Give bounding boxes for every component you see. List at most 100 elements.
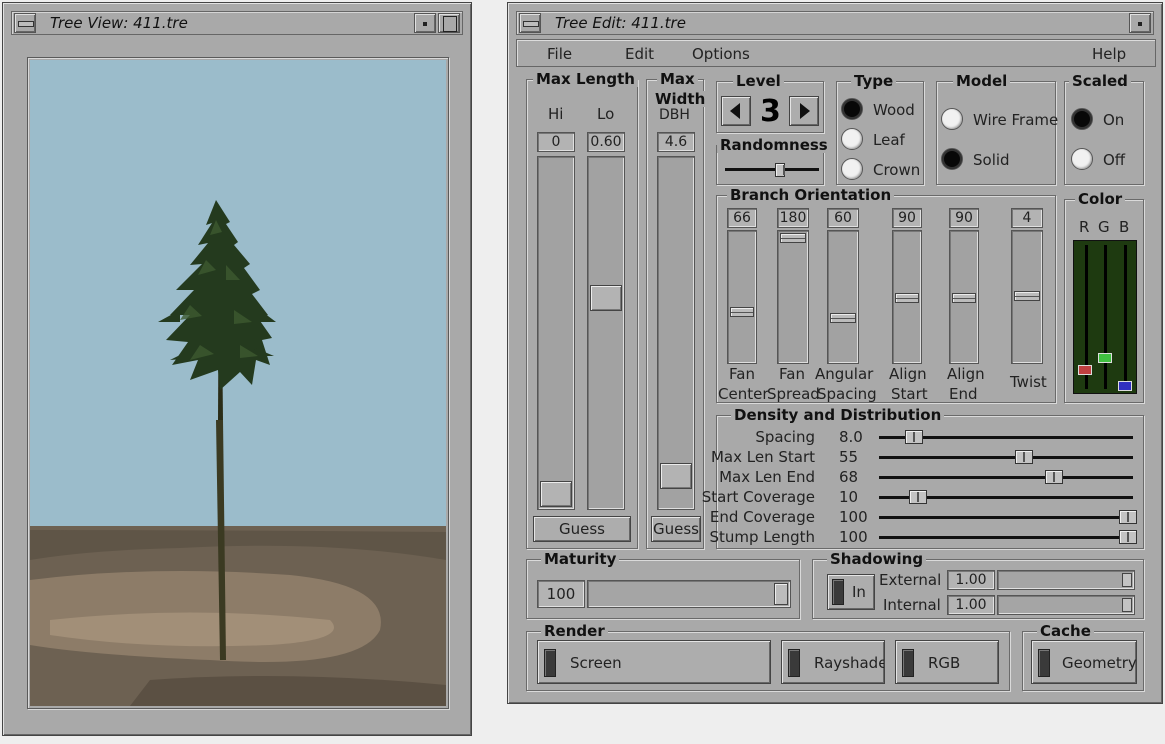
angular-spacing-label-1: Angular [815, 365, 874, 383]
external-thumb[interactable] [1122, 573, 1132, 587]
angular-spacing-value[interactable]: 60 [827, 208, 859, 228]
render-rayshade-button[interactable]: Rayshade [781, 640, 885, 684]
angular-spacing-slider[interactable] [827, 230, 859, 364]
external-value[interactable]: 1.00 [947, 570, 995, 590]
window-menu-icon[interactable] [14, 13, 36, 33]
density-row-thumb[interactable] [1045, 470, 1063, 484]
density-row-thumb[interactable] [909, 490, 927, 504]
align-end-slider[interactable] [949, 230, 979, 364]
align-end-thumb[interactable] [952, 293, 976, 303]
max-length-guess-button[interactable]: Guess [533, 516, 631, 542]
density-row-label: End Coverage [709, 508, 815, 526]
model-solid-label: Solid [973, 151, 1010, 169]
max-length-hi-thumb[interactable] [540, 481, 572, 507]
level-decrement-button[interactable] [721, 96, 751, 126]
max-length-hi-slider[interactable] [537, 156, 575, 510]
render-rgb-button[interactable]: RGB [895, 640, 999, 684]
branch-orientation-group: Branch Orientation 66 Fan Center 180 Fan… [716, 187, 1056, 403]
internal-thumb[interactable] [1122, 598, 1132, 612]
fan-center-slider[interactable] [727, 230, 757, 364]
density-row-slider[interactable] [879, 516, 1133, 519]
density-row-thumb[interactable] [905, 430, 923, 444]
maturity-group: Maturity 100 [526, 551, 800, 619]
level-title: Level [733, 73, 784, 89]
maturity-slider[interactable] [587, 580, 791, 608]
randomness-group: Randomness [716, 137, 831, 185]
maturity-thumb[interactable] [774, 583, 788, 605]
tree-edit-titlebar[interactable]: Tree Edit: 411.tre [516, 11, 1154, 35]
angular-spacing-label-2: Spacing [817, 385, 877, 403]
max-width-slider[interactable] [657, 156, 695, 510]
external-slider[interactable] [997, 570, 1135, 590]
align-start-thumb[interactable] [895, 293, 919, 303]
max-length-lo-value[interactable]: 0.60 [587, 132, 625, 152]
g-thumb[interactable] [1098, 353, 1112, 363]
screen-led [544, 649, 556, 677]
randomness-slider[interactable] [725, 168, 819, 171]
r-thumb[interactable] [1078, 365, 1092, 375]
align-start-slider[interactable] [892, 230, 922, 364]
type-wood-label: Wood [873, 101, 915, 119]
angular-spacing-thumb[interactable] [830, 313, 856, 323]
max-width-guess-button[interactable]: Guess [651, 516, 701, 542]
density-row-slider[interactable] [879, 476, 1133, 479]
max-length-lo-thumb[interactable] [590, 285, 622, 311]
shadowing-in-button[interactable]: In [827, 574, 875, 610]
twist-slider[interactable] [1011, 230, 1043, 364]
twist-thumb[interactable] [1014, 291, 1040, 301]
internal-label: Internal [883, 596, 941, 614]
b-track[interactable] [1124, 245, 1127, 389]
model-wireframe-radio[interactable] [941, 108, 963, 130]
fan-spread-slider[interactable] [777, 230, 809, 364]
type-leaf-radio[interactable] [841, 128, 863, 150]
density-row-value: 68 [839, 468, 859, 486]
density-row-label: Stump Length [709, 528, 815, 546]
tree-view-titlebar[interactable]: Tree View: 411.tre [11, 11, 463, 35]
randomness-thumb[interactable] [775, 163, 785, 177]
density-row-thumb[interactable] [1119, 510, 1137, 524]
window-menu-icon[interactable] [519, 13, 541, 33]
color-preview-panel[interactable] [1073, 240, 1137, 394]
density-row-slider[interactable] [879, 456, 1133, 459]
scaled-off-radio[interactable] [1071, 148, 1093, 170]
density-row-slider[interactable] [879, 536, 1133, 539]
fan-center-thumb[interactable] [730, 307, 754, 317]
maturity-value[interactable]: 100 [537, 580, 585, 608]
menu-options[interactable]: Options [692, 45, 750, 63]
max-length-hi-value[interactable]: 0 [537, 132, 575, 152]
b-thumb[interactable] [1118, 381, 1132, 391]
g-track[interactable] [1104, 245, 1107, 389]
tree-view-canvas[interactable] [30, 60, 446, 706]
align-start-value[interactable]: 90 [892, 208, 922, 228]
density-row-thumb[interactable] [1015, 450, 1033, 464]
scaled-group: Scaled On Off [1064, 73, 1144, 185]
menu-help[interactable]: Help [1092, 45, 1126, 63]
internal-value[interactable]: 1.00 [947, 595, 995, 615]
minimize-icon[interactable] [414, 13, 436, 33]
align-end-value[interactable]: 90 [949, 208, 979, 228]
fan-center-value[interactable]: 66 [727, 208, 757, 228]
density-row-thumb[interactable] [1119, 530, 1137, 544]
menu-file[interactable]: File [547, 45, 572, 63]
minimize-icon[interactable] [1129, 13, 1151, 33]
level-value: 3 [760, 94, 781, 129]
align-start-label-2: Start [891, 385, 928, 403]
fan-spread-thumb[interactable] [780, 233, 806, 243]
model-solid-radio[interactable] [941, 148, 963, 170]
render-screen-button[interactable]: Screen [537, 640, 771, 684]
menu-edit[interactable]: Edit [625, 45, 654, 63]
type-crown-radio[interactable] [841, 158, 863, 180]
scaled-on-radio[interactable] [1071, 108, 1093, 130]
fan-spread-value[interactable]: 180 [777, 208, 809, 228]
scaled-off-label: Off [1103, 151, 1126, 169]
max-length-lo-slider[interactable] [587, 156, 625, 510]
maximize-icon[interactable] [438, 13, 460, 33]
menu-bar: File Edit Options Help [516, 39, 1156, 67]
max-width-value[interactable]: 4.6 [657, 132, 695, 152]
level-increment-button[interactable] [789, 96, 819, 126]
cache-geometry-button[interactable]: Geometry [1031, 640, 1137, 684]
type-wood-radio[interactable] [841, 98, 863, 120]
twist-value[interactable]: 4 [1011, 208, 1043, 228]
max-width-thumb[interactable] [660, 463, 692, 489]
internal-slider[interactable] [997, 595, 1135, 615]
